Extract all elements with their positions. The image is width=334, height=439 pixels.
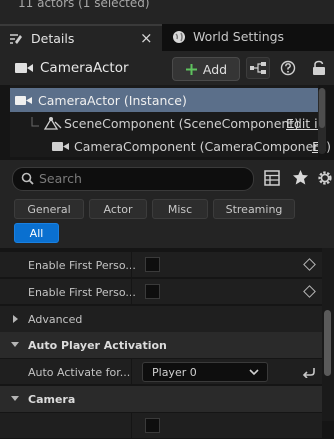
component-label: CameraActor (Instance) (38, 93, 187, 108)
chevron-down-icon (11, 396, 19, 401)
auto-activate-dropdown[interactable]: Player 0 (142, 362, 268, 382)
component-label: CameraComponent (CameraComponent) (74, 139, 331, 154)
settings-gear-icon[interactable] (316, 169, 334, 187)
reset-to-default-icon[interactable] (303, 285, 316, 298)
tab-details-label: Details (31, 31, 75, 46)
filter-label: All (29, 226, 44, 240)
property-row (0, 413, 322, 439)
tab-world-settings[interactable]: World Settings (165, 24, 334, 51)
chevron-down-icon (11, 342, 19, 347)
filter-actor[interactable]: Actor (89, 199, 147, 219)
search-icon (21, 172, 34, 185)
plus-icon (185, 63, 197, 75)
filter-misc[interactable]: Misc (152, 199, 208, 219)
tree-scroll-thumb[interactable] (319, 88, 325, 128)
section-auto-player-activation[interactable]: Auto Player Activation (0, 332, 322, 358)
column-divider[interactable] (131, 359, 132, 385)
column-divider[interactable] (131, 252, 132, 278)
property-checkbox[interactable] (145, 284, 160, 299)
blueprint-icon[interactable] (246, 57, 270, 79)
filter-all[interactable]: All (14, 223, 59, 243)
actor-count-text: 11 actors (1 selected) (18, 0, 150, 10)
add-button-label: Add (202, 61, 228, 77)
section-label: Advanced (28, 313, 83, 326)
tab-details[interactable]: Details × (0, 24, 162, 53)
help-icon[interactable] (276, 57, 300, 79)
property-checkbox[interactable] (145, 257, 160, 272)
tree-scrollbar[interactable] (318, 88, 326, 154)
favorites-star-icon[interactable] (292, 169, 309, 186)
camera-icon (52, 142, 69, 151)
table-view-icon[interactable] (264, 170, 280, 186)
reset-arrow-icon[interactable] (302, 366, 316, 378)
component-tree: CameraActor (Instance) SceneComponent (S… (10, 85, 331, 158)
globe-icon (173, 31, 185, 43)
property-label: Enable First Perso... (28, 259, 136, 272)
tab-bar: Details × World Settings (0, 24, 334, 53)
search-box[interactable] (12, 167, 254, 191)
component-row-camera-component[interactable]: CameraComponent (CameraComponent) E (10, 134, 331, 158)
component-row-camera-actor[interactable]: CameraActor (Instance) (10, 88, 318, 112)
property-row: Enable First Perso... (0, 279, 322, 305)
property-row: Enable First Perso... (0, 252, 322, 278)
search-row (0, 160, 334, 196)
camera-icon (15, 63, 33, 73)
reset-to-default-icon[interactable] (303, 258, 316, 271)
section-advanced[interactable]: Advanced (0, 306, 322, 332)
component-row-scene-component[interactable]: SceneComponent (SceneComponent) Edit in (10, 111, 318, 135)
tab-world-settings-label: World Settings (193, 29, 285, 44)
dropdown-value: Player 0 (152, 366, 197, 379)
filter-label: General (27, 202, 71, 216)
outliner-status-bar: 11 actors (1 selected) (0, 0, 334, 24)
search-input[interactable] (39, 170, 239, 186)
details-icon (10, 34, 22, 44)
details-scroll-thumb[interactable] (324, 310, 331, 376)
property-label: Enable First Perso... (28, 286, 136, 299)
filter-general[interactable]: General (14, 199, 84, 219)
close-icon[interactable]: × (140, 29, 153, 47)
actor-name: CameraActor (40, 60, 129, 76)
add-component-button[interactable]: Add (172, 57, 240, 81)
camera-icon (15, 96, 32, 105)
section-label: Auto Player Activation (28, 339, 167, 352)
filter-streaming[interactable]: Streaming (213, 199, 295, 219)
details-scrollbar[interactable] (322, 248, 334, 421)
section-label: Camera (28, 393, 76, 406)
section-camera[interactable]: Camera (0, 386, 322, 412)
filter-label: Misc (167, 202, 193, 216)
edit-in-link[interactable]: Edit in (286, 116, 318, 131)
tree-branch-icon (31, 117, 39, 127)
column-divider[interactable] (131, 413, 132, 439)
property-label: Auto Activate for... (28, 366, 131, 379)
column-divider[interactable] (131, 279, 132, 305)
details-header: CameraActor Add (0, 51, 334, 85)
component-label: SceneComponent (SceneComponent) (64, 116, 300, 131)
lock-icon[interactable] (307, 57, 331, 79)
property-checkbox[interactable] (145, 418, 160, 433)
property-row: Auto Activate for... Player 0 (0, 359, 322, 385)
scene-component-icon (43, 117, 62, 130)
chevron-right-icon (13, 315, 18, 323)
filter-label: Actor (103, 202, 133, 216)
filter-bar: General Actor Misc Streaming All (0, 196, 334, 248)
chevron-down-icon (249, 369, 259, 376)
filter-label: Streaming (225, 202, 283, 216)
